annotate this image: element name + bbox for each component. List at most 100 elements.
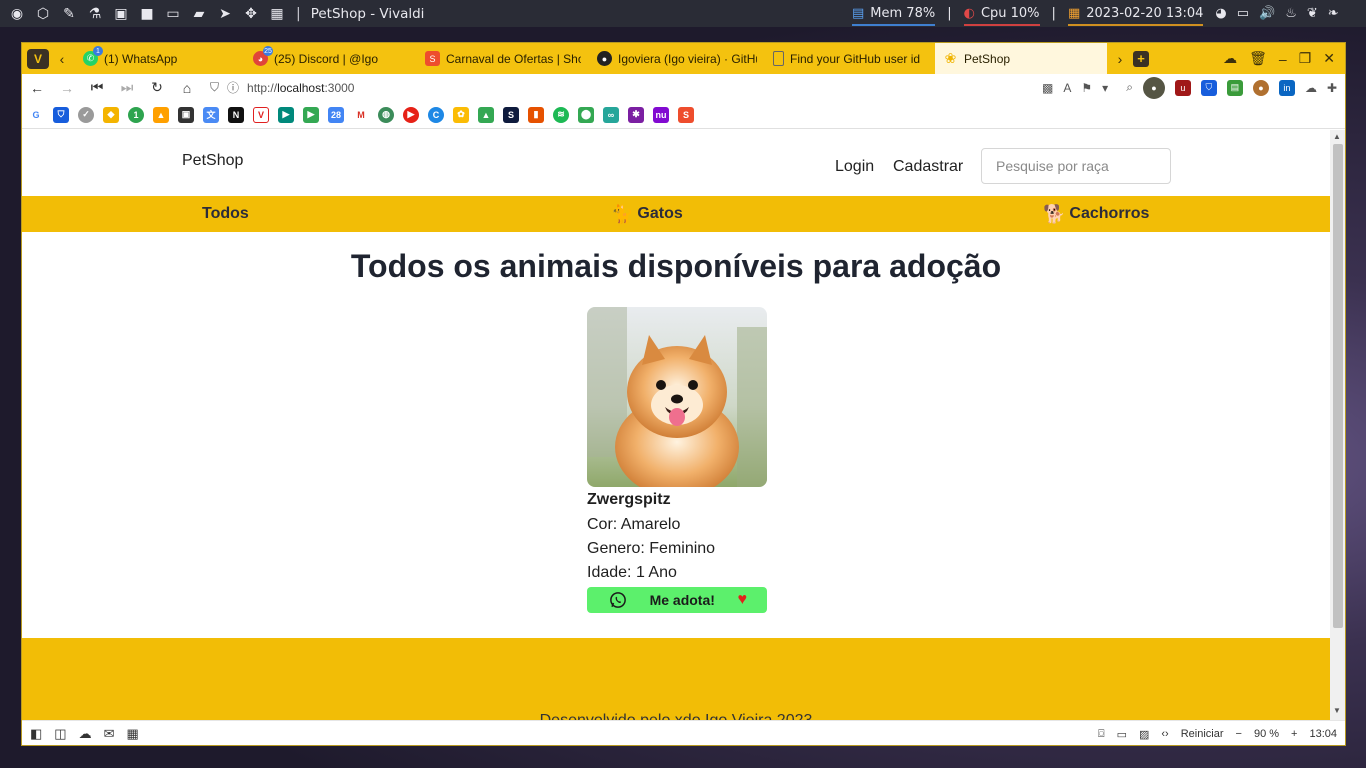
color-picker-icon[interactable]: ✎	[60, 5, 78, 23]
close-icon[interactable]: ✕	[1323, 50, 1335, 67]
reload-icon[interactable]: ↻	[142, 79, 172, 96]
calendar-icon[interactable]: ▦	[127, 726, 139, 742]
bar-bookmark-icon[interactable]: ▮	[528, 106, 544, 123]
telegram-icon[interactable]: ➤	[216, 5, 234, 23]
pet-photo[interactable]	[587, 307, 767, 487]
new-tab-button[interactable]: +	[1133, 50, 1149, 67]
tab-shopee[interactable]: S Carnaval de Ofertas | Shopee	[417, 43, 589, 74]
panel-toggle-icon[interactable]: ◧	[30, 726, 42, 742]
shield-icon[interactable]: ⛉	[210, 80, 219, 95]
firebase-bookmark-icon[interactable]: ▲	[153, 106, 169, 123]
gmail-bookmark-icon[interactable]: M	[353, 106, 369, 123]
folder-icon[interactable]: ▰	[190, 5, 208, 23]
video-icon[interactable]: ■	[138, 5, 156, 23]
notion-bookmark-icon[interactable]: N	[228, 106, 244, 123]
clock-widget[interactable]: ▦ 2023-02-20 13:04	[1067, 0, 1204, 27]
tab-github-user-id[interactable]: Find your GitHub user id	[765, 43, 935, 74]
category-all[interactable]: Todos	[202, 196, 249, 232]
site-brand[interactable]: PetShop	[182, 152, 243, 170]
url-field[interactable]: ⛉ ⓘ http://localhost:3000	[210, 79, 354, 96]
cpu-meter[interactable]: ◐ Cpu 10%	[963, 0, 1040, 27]
sheet-bookmark-icon[interactable]: S	[503, 106, 519, 123]
keep-bookmark-icon[interactable]: ◆	[103, 106, 119, 123]
play-store-bookmark-icon[interactable]: ▶	[303, 106, 319, 123]
cloud-sync-icon[interactable]: ☁	[1223, 50, 1237, 67]
back-icon[interactable]: ←	[22, 80, 52, 96]
number-one-bookmark-icon[interactable]: 1	[128, 106, 144, 123]
capture-icon[interactable]: ⌼	[1098, 728, 1105, 741]
drive-tray-icon[interactable]: ▭	[1237, 6, 1249, 21]
sync-cloud-icon[interactable]: ☁	[79, 726, 92, 742]
linkedin-icon[interactable]: in	[1278, 79, 1295, 96]
forward-icon[interactable]: →	[52, 80, 82, 96]
c-bookmark-icon[interactable]: C	[428, 106, 444, 123]
slack-bookmark-icon[interactable]: ✱	[628, 106, 644, 123]
bitwarden-bookmark-icon[interactable]: ⛉	[53, 106, 69, 123]
memory-meter[interactable]: ▤ Mem 78%	[852, 0, 936, 27]
tab-tiling-icon[interactable]: ◫	[54, 726, 66, 742]
google-bookmark-icon[interactable]: G	[28, 106, 44, 123]
search-icon[interactable]: ⌕	[1126, 80, 1133, 95]
zoom-in-icon[interactable]: +	[1291, 728, 1297, 740]
laptop-icon[interactable]: ▭	[164, 5, 182, 23]
image-viewer-icon[interactable]: ▣	[112, 5, 130, 23]
page-scrollbar[interactable]: ▲ ▼	[1330, 130, 1345, 720]
tab-github[interactable]: ● Igoviera (Igo vieira) · GitHub	[589, 43, 765, 74]
tab-whatsapp[interactable]: ✆ 1 (1) WhatsApp	[75, 43, 245, 74]
nubank-bookmark-icon[interactable]: nu	[653, 106, 669, 123]
home-icon[interactable]: ⌂	[172, 80, 202, 96]
tab-petshop[interactable]: ❀ PetShop	[935, 43, 1107, 74]
leaf-tray-icon[interactable]: ❧	[1328, 6, 1339, 21]
feather-tray-icon[interactable]: ❦	[1307, 6, 1318, 21]
java-tray-icon[interactable]: ♨	[1285, 6, 1297, 21]
spotify-bookmark-icon[interactable]: ≋	[553, 106, 569, 123]
signup-link[interactable]: Cadastrar	[893, 158, 963, 176]
vivaldi-bookmark-icon[interactable]: V	[253, 106, 269, 123]
check-bookmark-icon[interactable]: ✓	[78, 106, 94, 123]
volume-icon[interactable]: 🔊	[1259, 6, 1275, 21]
calendar-bookmark-icon[interactable]: 28	[328, 106, 344, 123]
cookie-icon[interactable]: ●	[1252, 79, 1269, 96]
window-icon[interactable]: ▭	[1117, 728, 1127, 741]
cloud-icon[interactable]: ☁	[1305, 81, 1317, 95]
ublock-icon[interactable]: u	[1174, 79, 1191, 96]
scroll-up-icon[interactable]: ▲	[1333, 132, 1341, 141]
terminal-bookmark-icon[interactable]: ▣	[178, 106, 194, 123]
category-cats[interactable]: 🐈 Gatos	[611, 196, 683, 232]
translate-icon[interactable]: A	[1063, 81, 1071, 95]
extensions-puzzle-icon[interactable]: ✚	[1327, 81, 1337, 95]
drive-bookmark-icon[interactable]: ▲	[478, 106, 494, 123]
profile-avatar[interactable]: ●	[1142, 76, 1165, 99]
tab-discord[interactable]: ◕ 25 (25) Discord | @Igo	[245, 43, 417, 74]
restore-icon[interactable]: ❐	[1299, 50, 1312, 67]
qr-code-icon[interactable]: ▩	[1042, 81, 1053, 95]
info-icon[interactable]: ⓘ	[227, 79, 239, 96]
tab-scroll-right-icon[interactable]: ›	[1107, 51, 1133, 67]
reset-zoom-button[interactable]: Reiniciar	[1181, 728, 1224, 740]
extension-green-icon[interactable]: ▤	[1226, 79, 1243, 96]
shopee-bookmark-icon[interactable]: S	[678, 106, 694, 123]
trash-icon[interactable]: 🗑	[1249, 50, 1267, 67]
minimize-icon[interactable]: –	[1279, 51, 1287, 67]
apps-grid-icon[interactable]: ▦	[268, 5, 286, 23]
login-link[interactable]: Login	[835, 158, 874, 176]
paw-app-icon[interactable]: ✥	[242, 5, 260, 23]
maps-bookmark-icon[interactable]: ⬤	[578, 106, 594, 123]
scrollbar-thumb[interactable]	[1333, 144, 1343, 628]
dropdown-icon[interactable]: ▾	[1102, 81, 1108, 95]
adopt-button[interactable]: Me adota! ♥	[587, 587, 767, 613]
vivaldi-menu-button[interactable]: V	[27, 48, 49, 69]
discord-tray-icon[interactable]: ◕	[1215, 6, 1226, 21]
link-bookmark-icon[interactable]: ∞	[603, 106, 619, 123]
meet-bookmark-icon[interactable]: ▶	[278, 106, 294, 123]
flask-icon[interactable]: ⚗	[86, 5, 104, 23]
zoom-out-icon[interactable]: −	[1236, 728, 1242, 740]
vivaldi-launcher-icon[interactable]: ◉	[8, 5, 26, 23]
rewind-icon[interactable]: ⏮	[82, 79, 112, 96]
globe-bookmark-icon[interactable]: ◍	[378, 106, 394, 123]
breed-search-input[interactable]	[981, 148, 1171, 184]
scroll-down-icon[interactable]: ▼	[1333, 706, 1341, 715]
images-icon[interactable]: ▨	[1139, 728, 1149, 741]
bookmark-icon[interactable]: ⚑	[1081, 81, 1092, 95]
youtube-bookmark-icon[interactable]: ▶	[403, 106, 419, 123]
